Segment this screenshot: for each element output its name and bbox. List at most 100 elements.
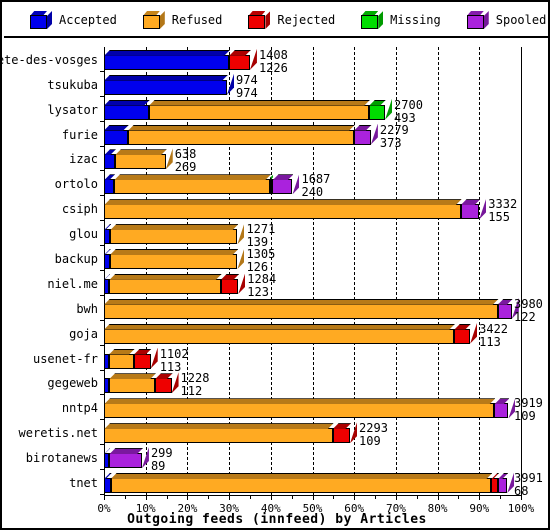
bar-top-face	[272, 174, 293, 180]
chart-row[interactable]: csiph 3332 155	[2, 196, 550, 223]
chart-row[interactable]: bete-des-vosges 1408 1226	[0, 47, 550, 74]
bar-end-cap	[165, 148, 173, 170]
x-axis-tick-label: 70%	[385, 502, 406, 515]
x-axis-tick-label: 100%	[507, 502, 535, 515]
x-axis-tick-label: 20%	[177, 502, 198, 515]
bar-segment-refused	[109, 279, 220, 294]
bar-top-face	[104, 398, 495, 404]
bar-value-labels: 2279 373	[380, 124, 409, 149]
y-axis-label-gegeweb: gegeweb	[47, 376, 98, 391]
y-axis-label-backup: backup	[54, 251, 98, 266]
chart-row[interactable]: usenet-fr 1102 113	[2, 346, 550, 373]
bar-value-labels: 299 89	[151, 447, 173, 472]
x-axis-tick-label: 40%	[260, 502, 281, 515]
bar-value-total: 3422	[479, 321, 509, 336]
chart-row[interactable]: niel.me 1284 123	[2, 271, 550, 298]
x-axis-minor-tick	[416, 495, 418, 499]
bar-value-labels: 1687 240	[301, 173, 330, 198]
bar-segment-refused	[104, 204, 461, 220]
chart-row[interactable]: tsukuba 974 974	[2, 72, 550, 99]
bar-end-cap	[171, 372, 179, 394]
bar-segment-rejected	[454, 329, 470, 344]
chart-row[interactable]: glou 1271 139	[2, 221, 550, 248]
legend-item-missing[interactable]: Missing	[335, 3, 441, 37]
x-axis-minor-tick	[270, 495, 272, 499]
y-axis-label-tnet: tnet	[69, 475, 98, 490]
bar-value-total: 1408	[258, 47, 288, 62]
bar-top-face	[333, 423, 352, 429]
y-axis-label-usenet-fr: usenet-fr	[32, 351, 98, 366]
legend-item-accepted[interactable]: Accepted	[4, 3, 117, 37]
bar-value-total: 3919	[514, 396, 543, 411]
y-axis-tick	[100, 493, 104, 495]
x-axis-minor-tick	[312, 495, 314, 499]
chart-row[interactable]: bwh 3980 122	[2, 296, 550, 323]
bar-top-face	[454, 324, 471, 330]
bar-segment-refused	[114, 179, 270, 195]
bar-top-face	[109, 349, 135, 355]
bar-top-face	[109, 274, 221, 280]
cube-icon	[142, 11, 165, 29]
x-axis-minor-tick	[166, 495, 168, 499]
chart-row[interactable]: birotanews 299 89	[2, 445, 550, 472]
bar-value-labels: 3980 122	[514, 298, 543, 323]
chart-row[interactable]: furie 2279 373	[2, 122, 550, 149]
cube-icon	[361, 11, 384, 29]
x-axis-tick-label: 10%	[135, 502, 156, 515]
bar-end-cap	[479, 198, 487, 220]
bar-segment-rejected	[332, 428, 351, 444]
bar-value-total: 1687	[301, 172, 331, 187]
y-axis-label-ortolo: ortolo	[54, 177, 98, 192]
bar-segment-accepted	[104, 154, 115, 170]
chart-row[interactable]: tnet 3991 68	[2, 470, 550, 497]
bar-segment-spooled	[494, 403, 508, 419]
chart-row[interactable]: ortolo 1687 240	[2, 171, 550, 198]
legend-item-spooled[interactable]: Spooled	[441, 3, 546, 37]
bar-value-total: 1271	[246, 222, 276, 237]
chart-row[interactable]: izac 638 269	[2, 147, 550, 173]
bar-top-face	[111, 473, 493, 479]
bar-segment-rejected	[154, 378, 172, 394]
x-axis-minor-tick	[249, 495, 251, 499]
bar-value-labels: 3422 113	[479, 323, 508, 348]
bar-value-labels: 1408 1226	[259, 49, 288, 74]
chart-row[interactable]: weretis.net 2293 109	[2, 420, 550, 447]
bar-value-labels: 638 269	[175, 148, 197, 173]
bar-value-total: 1102	[159, 346, 189, 361]
bar-value-total: 2279	[379, 122, 409, 137]
bar-end-cap	[150, 347, 158, 369]
x-axis-tick-label: 80%	[427, 502, 448, 515]
chart-row[interactable]: backup 1305 126	[2, 246, 550, 273]
bar-top-face	[134, 349, 152, 355]
chart-row[interactable]: lysator 2700 493	[2, 97, 550, 124]
legend-label: Missing	[390, 13, 441, 27]
y-axis-label-izac: izac	[69, 152, 98, 167]
bar-end-cap	[292, 173, 300, 195]
chart-row[interactable]: nntp4 3919 109	[2, 395, 550, 422]
bar-value-labels: 1102 113	[160, 348, 189, 373]
bar-segment-refused	[109, 354, 134, 369]
bar-segment-refused	[109, 378, 155, 394]
bar-segment-rejected	[134, 354, 151, 369]
bar-value-labels: 1305 126	[246, 248, 275, 273]
x-axis-tick-label: 50%	[302, 502, 323, 515]
x-axis-tick-label: 90%	[469, 502, 490, 515]
bar-top-face	[104, 100, 150, 106]
legend-item-refused[interactable]: Refused	[117, 3, 222, 37]
cube-icon	[466, 11, 489, 29]
y-axis-label-bete-des-vosges: bete-des-vosges	[0, 52, 98, 67]
bar-end-cap	[470, 322, 478, 344]
chart-row[interactable]: gegeweb 1228 112	[2, 371, 550, 397]
chart-row[interactable]: goja 3422 113	[2, 321, 550, 348]
bar-end-cap	[350, 422, 358, 444]
bar-end-cap	[237, 247, 245, 269]
bar-segment-spooled	[498, 478, 507, 493]
bar-value-labels: 1284 123	[247, 273, 276, 298]
bar-segment-spooled	[272, 179, 292, 195]
bar-top-face	[221, 274, 240, 280]
x-axis-minor-tick	[333, 495, 335, 499]
legend-item-rejected[interactable]: Rejected	[222, 3, 335, 37]
bar-value-total: 638	[174, 147, 197, 162]
bar-value-total: 3332	[488, 197, 518, 212]
bar-segment-accepted	[104, 105, 149, 120]
